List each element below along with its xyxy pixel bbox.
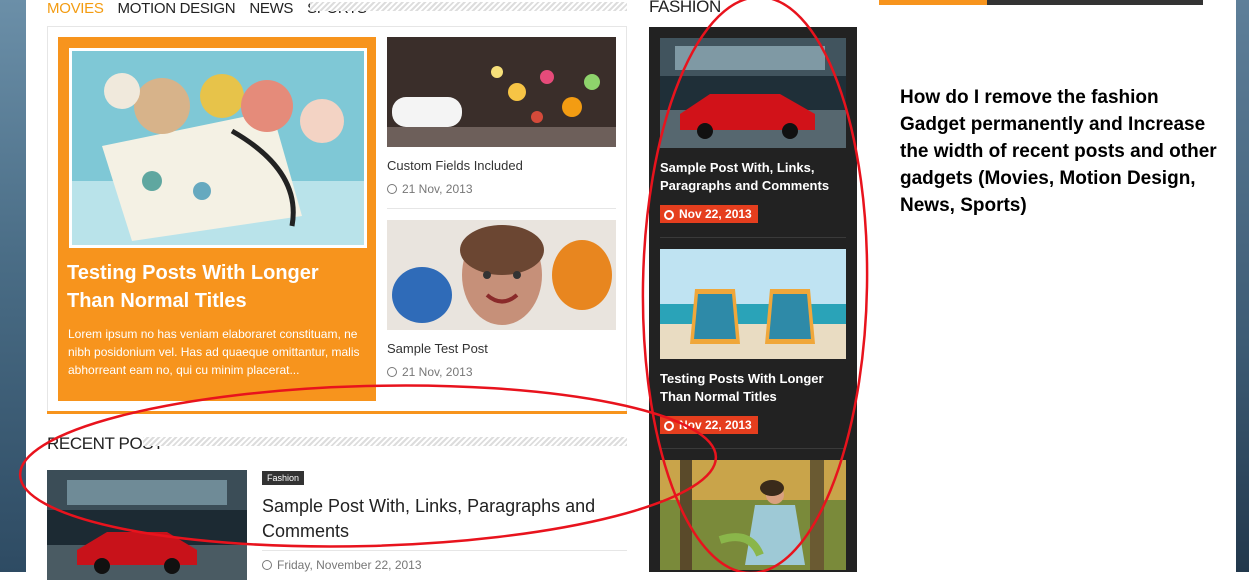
sidebar-tab-active[interactable] [879,0,987,5]
category-badge[interactable]: Fashion [262,471,305,485]
clock-icon [262,560,272,570]
side-post-date: 21 Nov, 2013 [387,182,473,196]
side-post-title[interactable]: Sample Test Post [387,341,488,356]
recent-post-title[interactable]: Sample Post With, Links, Paragraphs and … [262,494,627,544]
fashion-heading: FASHION [649,0,721,16]
fashion-post-title[interactable]: Testing Posts With Longer Than Normal Ti… [660,370,846,406]
background-right [1236,0,1249,572]
fashion-post-date: Nov 22, 2013 [660,205,758,223]
clock-icon [664,421,674,431]
side-post-image[interactable] [387,37,616,147]
featured-excerpt: Lorem ipsum no has veniam elaboraret con… [68,327,360,377]
annotation-question: How do I remove the fashion Gadget perma… [900,87,1217,216]
fashion-post-date: Nov 22, 2013 [660,416,758,434]
fashion-post-title[interactable]: Sample Post With, Links, Paragraphs and … [660,159,846,195]
featured-image[interactable] [69,48,367,248]
tab-motion-design[interactable]: MOTION DESIGN [118,1,236,16]
fashion-post-date-text: Nov 22, 2013 [679,418,752,432]
recent-post-date-text: Friday, November 22, 2013 [277,558,422,572]
fashion-post-image[interactable] [660,460,846,570]
recent-post-date: Friday, November 22, 2013 [262,558,422,572]
side-post-date-text: 21 Nov, 2013 [402,182,473,196]
tab-movies[interactable]: MOVIES [47,1,104,16]
background-left [0,0,26,572]
side-post-date-text: 21 Nov, 2013 [402,365,473,379]
side-post-title[interactable]: Custom Fields Included [387,158,523,173]
fashion-post-image[interactable] [660,249,846,359]
clock-icon [664,210,674,220]
sidebar-tab-inactive[interactable] [987,0,1203,5]
tab-news[interactable]: NEWS [249,1,293,16]
clock-icon [387,367,397,377]
featured-title[interactable]: Testing Posts With Longer Than Normal Ti… [67,259,367,315]
side-post-date: 21 Nov, 2013 [387,365,473,379]
section-divider [47,411,627,414]
fashion-post-image[interactable] [660,38,846,148]
side-post-divider [387,208,616,209]
recent-heading-stripes [143,437,627,446]
tab-heading-stripes [310,2,627,11]
featured-card[interactable]: Testing Posts With Longer Than Normal Ti… [58,37,376,401]
fashion-gadget: Sample Post With, Links, Paragraphs and … [649,27,857,572]
recent-post-image[interactable] [47,470,247,580]
fashion-post-date-text: Nov 22, 2013 [679,207,752,221]
clock-icon [387,184,397,194]
fashion-post-divider [660,237,846,238]
fashion-post-divider [660,448,846,449]
side-post-image[interactable] [387,220,616,330]
recent-post-divider [262,550,627,551]
